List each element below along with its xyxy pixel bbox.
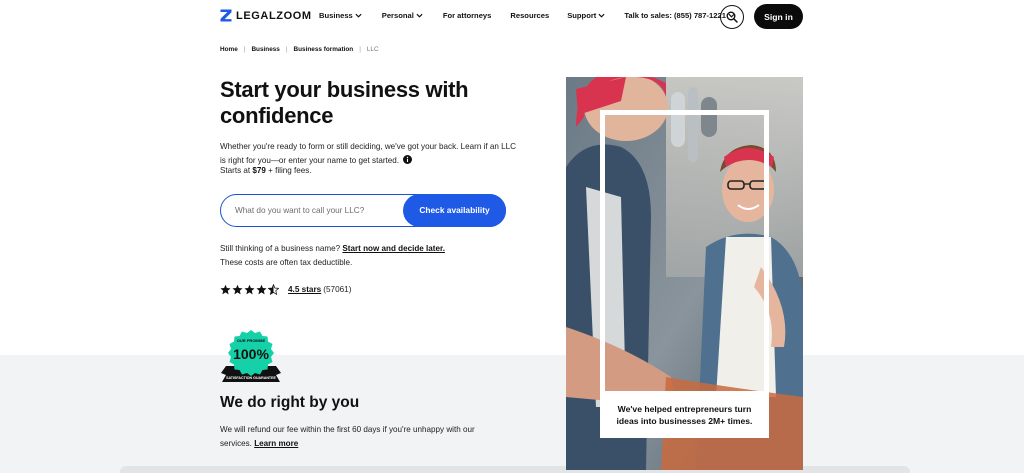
nav-personal[interactable]: Personal [382, 11, 423, 20]
breadcrumb-separator: | [243, 46, 246, 53]
breadcrumb-separator: | [359, 46, 361, 53]
logo-mark-icon [220, 9, 232, 22]
learn-more-link[interactable]: Learn more [254, 439, 298, 448]
chevron-down-icon [598, 13, 605, 18]
nav-resources-label: Resources [510, 11, 550, 20]
tax-deductible-note: These costs are often tax deductible. [220, 258, 353, 267]
nav-resources[interactable]: Resources [510, 11, 549, 20]
nav-menu: Business Personal For attorneys Resource… [319, 11, 735, 20]
breadcrumb-business-formation[interactable]: Business formation [294, 46, 354, 53]
search-button[interactable] [720, 5, 744, 29]
nav-for-attorneys-label: For attorneys [442, 11, 492, 20]
nav-talk-to-sales[interactable]: Talk to sales: (855) 787-1221 [624, 11, 735, 20]
breadcrumb-business[interactable]: Business [251, 46, 279, 53]
hero-subtitle: Whether you're ready to form or still de… [220, 140, 520, 167]
chevron-down-icon [416, 13, 423, 18]
llc-name-input[interactable] [235, 203, 400, 218]
star-icon [232, 284, 243, 295]
star-half-icon [268, 284, 279, 295]
price-prefix: Starts at [220, 166, 253, 175]
breadcrumb-separator: | [285, 46, 288, 53]
rating-link[interactable]: 4.5 stars [288, 285, 321, 294]
logo-text: LEGALZOOM [236, 9, 312, 22]
star-icon [256, 284, 267, 295]
rating-stars [220, 284, 279, 295]
nav-for-attorneys[interactable]: For attorneys [443, 11, 492, 20]
photo-frame [600, 110, 769, 438]
nav-support-label: Support [567, 11, 597, 20]
check-availability-button[interactable]: Check availability [403, 193, 506, 227]
badge-number: 100% [233, 346, 269, 362]
nav-business-label: Business [319, 11, 353, 20]
rating-count: (57061) [323, 285, 352, 294]
legalzoom-logo[interactable]: LEGALZOOM [220, 9, 312, 22]
info-icon[interactable] [403, 154, 413, 164]
guarantee-section [0, 355, 1024, 473]
price-line: Starts at $79 + filing fees. [220, 166, 312, 175]
sign-in-button[interactable]: Sign in [754, 4, 803, 29]
badge-top-text: OUR PROMISE [237, 338, 266, 343]
breadcrumb-current: LLC [366, 46, 379, 53]
nav-business[interactable]: Business [319, 11, 362, 20]
search-icon [726, 11, 738, 23]
badge-ribbon-text: SATISFACTION GUARANTEE [226, 376, 276, 380]
top-nav: LEGALZOOM Business Personal For attorney… [0, 0, 1024, 34]
rating: 4.5 stars (57061) [220, 284, 351, 295]
nav-support[interactable]: Support [567, 11, 605, 20]
nav-personal-label: Personal [381, 11, 414, 20]
satisfaction-guarantee-badge: OUR PROMISE 100% SATISFACTION GUARANTEE [221, 330, 281, 382]
hero-subtitle-text: Whether you're ready to form or still de… [220, 142, 516, 165]
star-icon [244, 284, 255, 295]
guarantee-description: We will refund our fee within the first … [220, 423, 502, 450]
breadcrumb: Home | Business | Business formation | L… [220, 46, 379, 53]
nav-talk-to-sales-label: Talk to sales: (855) 787-1221 [624, 11, 726, 20]
start-now-link[interactable]: Start now and decide later. [342, 244, 445, 253]
price-value: $79 [252, 166, 266, 175]
photo-caption: We've helped entrepreneurs turn ideas in… [600, 391, 769, 438]
guarantee-title: We do right by you [220, 394, 360, 411]
star-icon [220, 284, 231, 295]
still-thinking-line: Still thinking of a business name? Start… [220, 244, 445, 253]
still-thinking-text: Still thinking of a business name? [220, 244, 341, 253]
breadcrumb-home[interactable]: Home [220, 46, 238, 53]
price-suffix: + filing fees. [265, 166, 312, 175]
chevron-down-icon [355, 13, 362, 18]
page-title: Start your business with confidence [220, 77, 469, 128]
llc-name-search-bar: Check availability [220, 193, 506, 227]
